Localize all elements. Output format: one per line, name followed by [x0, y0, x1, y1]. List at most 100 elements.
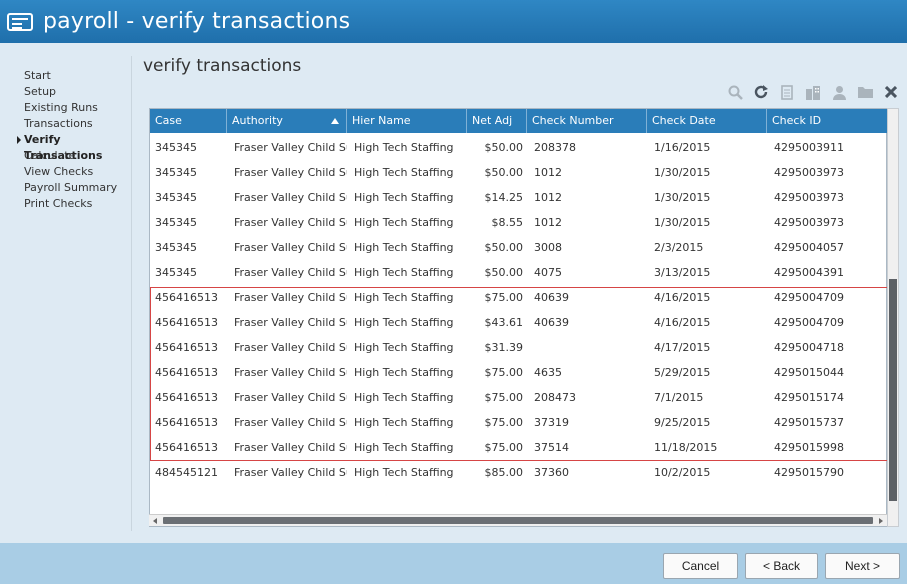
column-header-authority-label: Authority [232, 114, 283, 127]
table-row[interactable]: 345345 Fraser Valley Child Su... High Te… [150, 185, 888, 210]
cell-hier-name: High Tech Staffing [354, 441, 454, 454]
grid-toolbar [722, 82, 904, 102]
table-row[interactable]: 456416513 Fraser Valley Child Su... High… [150, 385, 888, 410]
folder-icon[interactable] [852, 82, 878, 102]
cell-check-number: 4075 [534, 266, 562, 279]
cell-authority: Fraser Valley Child Su... [234, 291, 347, 304]
cell-check-id: 4295003973 [774, 166, 844, 179]
column-header-check-date[interactable]: Check Date [647, 109, 767, 133]
nav-item-payroll-summary[interactable]: Payroll Summary [0, 180, 132, 196]
table-row[interactable]: 456416513 Fraser Valley Child Su... High… [150, 435, 888, 460]
window-title: payroll - verify transactions [43, 9, 351, 34]
cell-authority: Fraser Valley Child Su... [234, 466, 347, 479]
cell-net-adj: $75.00 [484, 366, 524, 379]
cell-check-id: 4295003973 [774, 191, 844, 204]
cell-check-id: 4295015737 [774, 416, 844, 429]
column-header-authority[interactable]: Authority [227, 109, 347, 133]
cell-check-number: 208473 [534, 391, 576, 404]
cell-case: 456416513 [155, 441, 218, 454]
cell-authority: Fraser Valley Child Su... [234, 416, 347, 429]
scroll-left-icon[interactable] [153, 518, 157, 524]
nav-item-print-checks[interactable]: Print Checks [0, 196, 132, 212]
cell-check-number [529, 335, 647, 360]
nav-item-start[interactable]: Start [0, 68, 132, 84]
nav-item-setup[interactable]: Setup [0, 84, 132, 100]
nav-item-verify-transactions[interactable]: Verify Transactions [0, 132, 132, 162]
cell-case: 345345 [155, 166, 197, 179]
table-row[interactable]: 345345 Fraser Valley Child Su... High Te… [150, 135, 888, 160]
table-row[interactable]: 345345 Fraser Valley Child Su... High Te… [150, 210, 888, 235]
cell-authority: Fraser Valley Child Su... [234, 266, 347, 279]
table-row[interactable]: 484545121 Fraser Valley Child Su... High… [150, 460, 888, 485]
cell-hier-name: High Tech Staffing [354, 291, 454, 304]
table-row[interactable]: 456416513 Fraser Valley Child Su... High… [150, 285, 888, 310]
cell-case: 456416513 [155, 366, 218, 379]
cell-net-adj: $50.00 [484, 166, 524, 179]
cell-check-number: 40639 [534, 291, 569, 304]
table-row[interactable]: 456416513 Fraser Valley Child Su... High… [150, 335, 888, 360]
cell-check-date: 11/18/2015 [654, 441, 718, 454]
column-header-net-adj[interactable]: Net Adj [467, 109, 527, 133]
cell-case: 456416513 [155, 291, 218, 304]
column-header-case[interactable]: Case [150, 109, 227, 133]
nav-item-view-checks[interactable]: View Checks [0, 164, 132, 180]
scroll-right-icon[interactable] [879, 518, 883, 524]
table-row[interactable]: 456416513 Fraser Valley Child Su... High… [150, 360, 888, 385]
horizontal-scroll-thumb[interactable] [163, 517, 873, 524]
vertical-scroll-thumb[interactable] [889, 279, 897, 501]
payroll-card-icon [7, 12, 33, 31]
column-header-hier-name[interactable]: Hier Name [347, 109, 467, 133]
horizontal-scrollbar[interactable] [149, 514, 887, 526]
nav-item-calculate[interactable]: Calculate [0, 148, 132, 164]
cell-check-id: 4295004057 [774, 241, 844, 254]
search-icon[interactable] [722, 82, 748, 102]
table-row[interactable]: 345345 Fraser Valley Child Su... High Te… [150, 260, 888, 285]
cell-net-adj: $8.55 [491, 216, 524, 229]
cell-case: 345345 [155, 141, 197, 154]
cell-net-adj: $75.00 [484, 391, 524, 404]
cell-case: 345345 [155, 216, 197, 229]
cell-check-date: 9/25/2015 [654, 416, 711, 429]
building-icon[interactable] [800, 82, 826, 102]
table-row[interactable]: 456416513 Fraser Valley Child Su... High… [150, 310, 888, 335]
cell-case: 456416513 [155, 316, 218, 329]
cell-authority: Fraser Valley Child Su... [234, 441, 347, 454]
cell-hier-name: High Tech Staffing [354, 366, 454, 379]
next-button[interactable]: Next > [825, 553, 900, 579]
person-icon[interactable] [826, 82, 852, 102]
cell-hier-name: High Tech Staffing [354, 241, 454, 254]
column-header-check-number[interactable]: Check Number [527, 109, 647, 133]
cancel-button[interactable]: Cancel [663, 553, 738, 579]
cell-check-number: 1012 [534, 166, 562, 179]
vertical-scrollbar[interactable] [887, 108, 899, 527]
nav-item-transactions[interactable]: Transactions [0, 116, 132, 132]
cell-check-id: 4295015998 [774, 441, 844, 454]
cell-check-date: 4/16/2015 [654, 291, 711, 304]
cell-hier-name: High Tech Staffing [354, 391, 454, 404]
nav-item-existing-runs[interactable]: Existing Runs [0, 100, 132, 116]
cell-net-adj: $31.39 [484, 341, 524, 354]
table-row[interactable]: 456416513 Fraser Valley Child Su... High… [150, 410, 888, 435]
cell-hier-name: High Tech Staffing [354, 466, 454, 479]
cell-authority: Fraser Valley Child Su... [234, 166, 347, 179]
cell-check-id: 4295015174 [774, 391, 844, 404]
column-header-check-id[interactable]: Check ID [767, 109, 888, 133]
table-row[interactable]: 345345 Fraser Valley Child Su... High Te… [150, 160, 888, 185]
table-row[interactable]: 345345 Fraser Valley Child Su... High Te… [150, 235, 888, 260]
cell-case: 345345 [155, 191, 197, 204]
cell-hier-name: High Tech Staffing [354, 141, 454, 154]
document-icon[interactable] [774, 82, 800, 102]
cell-authority: Fraser Valley Child Su... [234, 366, 347, 379]
cell-check-id: 4295003911 [774, 141, 844, 154]
cell-check-number: 1012 [534, 191, 562, 204]
close-icon[interactable] [878, 82, 904, 102]
cell-check-number: 37514 [534, 441, 569, 454]
cell-net-adj: $75.00 [484, 291, 524, 304]
cell-check-id: 4295004391 [774, 266, 844, 279]
cell-check-number: 208378 [534, 141, 576, 154]
cell-authority: Fraser Valley Child Su... [234, 241, 347, 254]
cell-hier-name: High Tech Staffing [354, 341, 454, 354]
back-button[interactable]: < Back [745, 553, 818, 579]
refresh-icon[interactable] [748, 82, 774, 102]
cell-check-date: 1/30/2015 [654, 191, 711, 204]
